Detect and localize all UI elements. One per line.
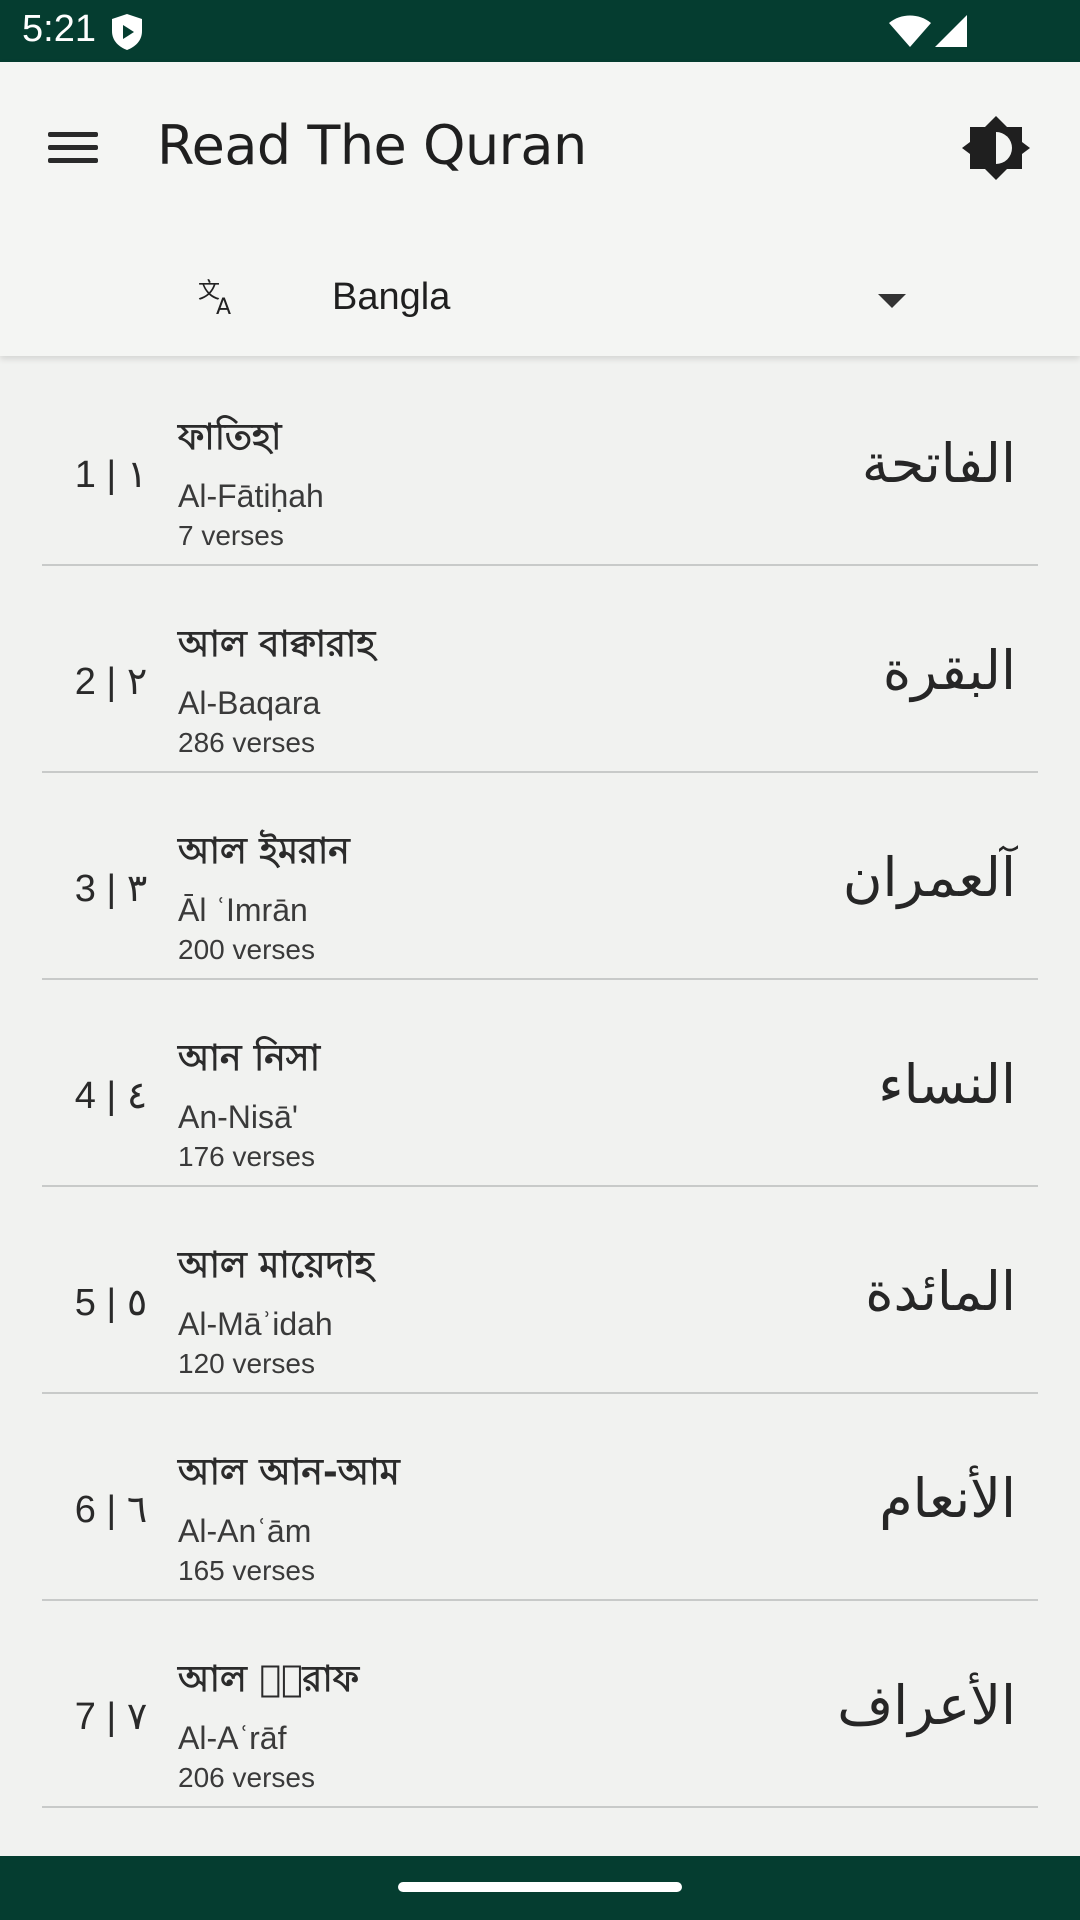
divider bbox=[42, 1392, 1038, 1394]
surah-verse-count: 286 verses bbox=[178, 727, 315, 758]
divider bbox=[42, 564, 1038, 566]
svg-text:A: A bbox=[216, 295, 231, 318]
menu-button[interactable] bbox=[42, 124, 104, 172]
list-item[interactable]: 2 | ٢ আল বাক্বারাহ Al-Baqara 286 verses … bbox=[0, 567, 1080, 773]
language-dropdown[interactable]: Bangla bbox=[330, 270, 930, 330]
divider bbox=[42, 1599, 1038, 1601]
surah-name-bangla: ফাতিহা bbox=[178, 417, 282, 458]
surah-number: 1 | ١ bbox=[74, 454, 148, 496]
surah-name-bangla: আল আ⃞রাফ bbox=[178, 1659, 360, 1700]
list-item[interactable]: 3 | ٣ আল ইমরান Āl ʿImrān 200 verses آلعم… bbox=[0, 774, 1080, 980]
surah-name-arabic: الأنعام bbox=[879, 1467, 1016, 1530]
home-gesture-handle[interactable] bbox=[398, 1882, 682, 1892]
translate-icon: 文 A bbox=[198, 279, 231, 318]
language-value: Bangla bbox=[332, 276, 451, 318]
surah-name-bangla: আন নিসা bbox=[178, 1038, 321, 1079]
surah-name-arabic: البقرة bbox=[882, 639, 1016, 702]
surah-transliteration: Al-Baqara bbox=[178, 685, 321, 721]
surah-transliteration: Āl ʿImrān bbox=[178, 892, 308, 928]
list-item[interactable]: 6 | ٦ আল আন-আম Al-Anʿām 165 verses الأنع… bbox=[0, 1395, 1080, 1601]
surah-verse-count: 206 verses bbox=[178, 1762, 315, 1793]
surah-name-arabic: النساء bbox=[878, 1053, 1016, 1116]
surah-number: 6 | ٦ bbox=[74, 1489, 148, 1531]
surah-number: 4 | ٤ bbox=[74, 1075, 148, 1117]
surah-name-arabic: المائدة bbox=[865, 1260, 1016, 1323]
navigation-bar bbox=[0, 1856, 1080, 1920]
list-item[interactable]: 4 | ٤ আন নিসা An-Nisā' 176 verses النساء bbox=[0, 981, 1080, 1187]
surah-name-bangla: আল বাক্বারাহ bbox=[178, 624, 376, 665]
surah-name-bangla: আল মায়েদাহ bbox=[178, 1245, 374, 1286]
divider bbox=[42, 1185, 1038, 1187]
surah-name-bangla: আল আন-আম bbox=[178, 1452, 400, 1493]
surah-name-arabic: الأعراف bbox=[837, 1674, 1016, 1737]
signal-icon bbox=[935, 15, 967, 47]
surah-verse-count: 7 verses bbox=[178, 520, 284, 551]
surah-verse-count: 120 verses bbox=[178, 1348, 315, 1379]
surah-number: 3 | ٣ bbox=[74, 868, 148, 910]
surah-number: 5 | ٥ bbox=[74, 1282, 148, 1324]
divider bbox=[42, 978, 1038, 980]
surah-name-arabic: الفاتحة bbox=[861, 432, 1016, 495]
app-bar: Read The Quran 文 A Bangla bbox=[0, 62, 1080, 356]
surah-number: 2 | ٢ bbox=[74, 661, 148, 703]
wifi-icon bbox=[889, 15, 931, 47]
list-item[interactable]: 5 | ٥ আল মায়েদাহ Al-Māʾidah 120 verses … bbox=[0, 1188, 1080, 1394]
brightness-icon[interactable] bbox=[960, 112, 1032, 184]
app-title: Read The Quran bbox=[157, 114, 587, 177]
surah-transliteration: Al-Māʾidah bbox=[178, 1306, 333, 1342]
surah-transliteration: Al-Anʿām bbox=[178, 1513, 312, 1549]
shield-play-icon bbox=[112, 14, 142, 50]
status-bar: 5:21 bbox=[0, 0, 1080, 62]
list-item[interactable]: 7 | ٧ আল আ⃞রাফ Al-Aʿrāf 206 verses الأعر… bbox=[0, 1602, 1080, 1808]
surah-number: 7 | ٧ bbox=[74, 1696, 148, 1738]
status-time: 5:21 bbox=[22, 8, 96, 50]
divider bbox=[42, 771, 1038, 773]
surah-transliteration: An-Nisā' bbox=[178, 1099, 298, 1135]
language-row: 文 A Bangla bbox=[0, 256, 1080, 356]
chevron-down-icon bbox=[878, 294, 906, 308]
surah-transliteration: Al-Fātiḥah bbox=[178, 478, 324, 514]
surah-verse-count: 165 verses bbox=[178, 1555, 315, 1586]
surah-verse-count: 176 verses bbox=[178, 1141, 315, 1172]
surah-name-bangla: আল ইমরান bbox=[178, 831, 350, 872]
divider bbox=[42, 1806, 1038, 1808]
surah-transliteration: Al-Aʿrāf bbox=[178, 1720, 287, 1756]
list-item[interactable]: 1 | ١ ফাতিহা Al-Fātiḥah 7 verses الفاتحة bbox=[0, 360, 1080, 566]
surah-name-arabic: آلعمران bbox=[842, 846, 1016, 909]
surah-verse-count: 200 verses bbox=[178, 934, 315, 965]
